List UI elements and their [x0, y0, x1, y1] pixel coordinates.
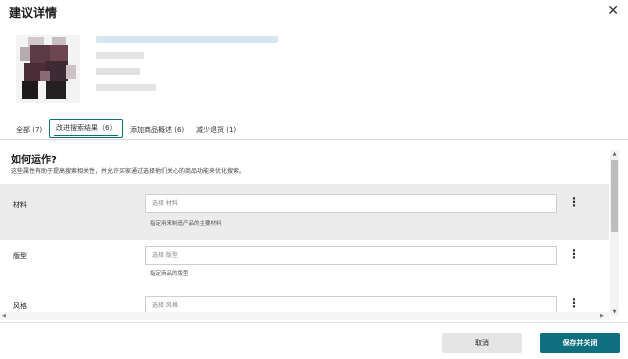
- product-info-blurred: [96, 52, 144, 59]
- save-and-close-button[interactable]: 保存并关闭: [540, 333, 620, 353]
- attribute-row-fit: 版型 选择 版型 指定商品的版型 ⋮: [0, 240, 609, 292]
- attribute-row-material: 材料 选择 材料 指定用来制造产品的主要材料 ⋮: [0, 184, 609, 240]
- scroll-left-icon[interactable]: ◀: [2, 312, 6, 320]
- tab-add-overview[interactable]: 添加商品概述 (6): [130, 122, 184, 138]
- attribute-label: 版型: [13, 252, 27, 260]
- section-title: 如何运作?: [11, 155, 57, 166]
- attribute-label: 风格: [13, 302, 27, 310]
- dialog-header: 建议详情 ✕: [0, 0, 628, 26]
- more-options-icon[interactable]: ⋮: [568, 296, 580, 312]
- dialog-title: 建议详情: [9, 6, 58, 20]
- tab-all[interactable]: 全部 (7): [16, 122, 42, 138]
- tab-improve-search[interactable]: 改进搜索结果（6）: [49, 119, 124, 138]
- section-description: 这些属性有助于提高搜索相关性，并允许买家通过选择他们关心的商品功能来优化搜索。: [11, 168, 246, 175]
- scroll-right-icon[interactable]: ▶: [600, 312, 604, 320]
- dialog-footer: 取消 保存并关闭: [0, 322, 628, 359]
- tab-bar: 全部 (7) 改进搜索结果（6） 添加商品概述 (6) 减少退货 (1): [0, 118, 628, 140]
- tab-label: 改进搜索结果（6）: [56, 124, 117, 132]
- attribute-hint: 指定用来制造产品的主要材料: [150, 221, 222, 227]
- close-icon[interactable]: ✕: [607, 2, 619, 20]
- horizontal-scrollbar[interactable]: ◀ ▶: [0, 312, 609, 320]
- vertical-scrollbar[interactable]: ▲ ▼: [610, 150, 619, 316]
- product-info-blurred: [96, 68, 140, 75]
- more-options-icon[interactable]: ⋮: [568, 247, 580, 263]
- scroll-up-icon[interactable]: ▲: [610, 150, 619, 158]
- tab-active-indicator: [54, 134, 119, 136]
- product-title-blurred: [96, 36, 278, 43]
- cancel-button[interactable]: 取消: [442, 333, 522, 353]
- scroll-thumb[interactable]: [611, 160, 618, 232]
- style-select[interactable]: 选择 风格: [145, 296, 557, 312]
- material-select[interactable]: 选择 材料: [145, 194, 557, 213]
- tab-reduce-returns[interactable]: 减少退货 (1): [196, 122, 236, 138]
- attribute-row-style: 风格 选择 风格 ⋮: [0, 292, 609, 312]
- fit-select[interactable]: 选择 版型: [145, 246, 557, 265]
- attribute-hint: 指定商品的版型: [150, 271, 189, 277]
- more-options-icon[interactable]: ⋮: [568, 195, 580, 211]
- product-image: [16, 35, 80, 103]
- scroll-down-icon[interactable]: ▼: [610, 308, 619, 316]
- product-info-blurred: [96, 84, 156, 91]
- attribute-label: 材料: [13, 201, 27, 209]
